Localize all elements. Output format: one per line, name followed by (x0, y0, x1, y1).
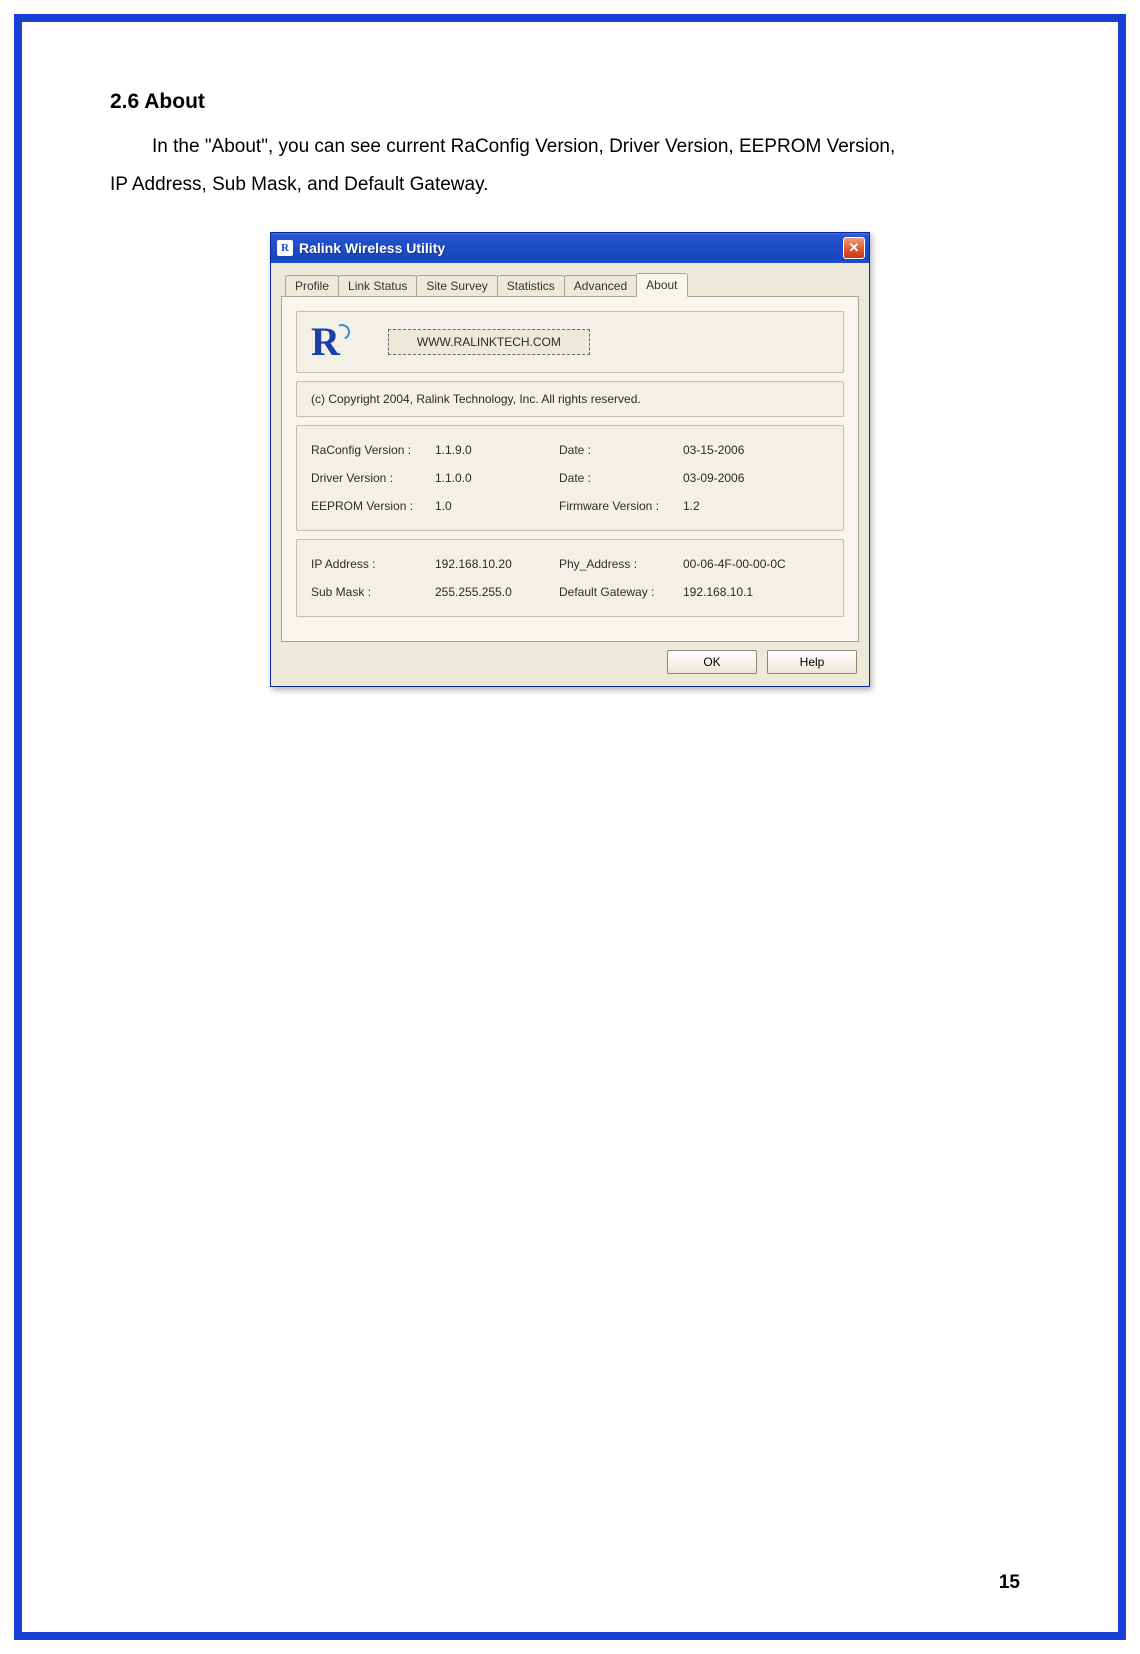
raconfig-date-value: 03-15-2006 (683, 443, 829, 457)
titlebar[interactable]: R Ralink Wireless Utility ✕ (271, 233, 869, 263)
body-text-line-2: IP Address, Sub Mask, and Default Gatewa… (110, 166, 1030, 204)
app-icon: R (277, 240, 293, 256)
section-heading: 2.6 About (110, 90, 1030, 114)
website-link-button[interactable]: WWW.RALINKTECH.COM (388, 329, 590, 355)
default-gateway-value: 192.168.10.1 (683, 585, 829, 599)
group-versions: RaConfig Version : 1.1.9.0 Date : 03-15-… (296, 425, 844, 531)
window-title: Ralink Wireless Utility (299, 240, 837, 256)
ok-button[interactable]: OK (667, 650, 757, 674)
close-button[interactable]: ✕ (843, 237, 865, 259)
driver-version-value: 1.1.0.0 (435, 471, 555, 485)
tab-site-survey[interactable]: Site Survey (416, 275, 497, 296)
body-text-line-1: In the "About", you can see current RaCo… (110, 128, 1030, 166)
eeprom-version-label: EEPROM Version : (311, 499, 431, 513)
group-network: IP Address : 192.168.10.20 Phy_Address :… (296, 539, 844, 617)
tab-advanced[interactable]: Advanced (564, 275, 637, 296)
tab-strip: Profile Link Status Site Survey Statisti… (281, 273, 859, 296)
dialog-window: R Ralink Wireless Utility ✕ Profile Link… (270, 232, 870, 687)
firmware-version-value: 1.2 (683, 499, 829, 513)
close-icon: ✕ (849, 240, 860, 256)
group-copyright: (c) Copyright 2004, Ralink Technology, I… (296, 381, 844, 417)
default-gateway-label: Default Gateway : (559, 585, 679, 599)
copyright-text: (c) Copyright 2004, Ralink Technology, I… (311, 392, 641, 406)
tab-link-status[interactable]: Link Status (338, 275, 417, 296)
page-number: 15 (999, 1572, 1020, 1594)
tab-panel-about: R WWW.RALINKTECH.COM (c) Copyright 2004,… (281, 296, 859, 642)
group-logo-link: R WWW.RALINKTECH.COM (296, 311, 844, 373)
phy-address-label: Phy_Address : (559, 557, 679, 571)
driver-date-label: Date : (559, 471, 679, 485)
page-content: 2.6 About In the "About", you can see cu… (110, 90, 1030, 687)
sub-mask-label: Sub Mask : (311, 585, 431, 599)
driver-version-label: Driver Version : (311, 471, 431, 485)
raconfig-version-value: 1.1.9.0 (435, 443, 555, 457)
ip-address-value: 192.168.10.20 (435, 557, 555, 571)
tab-profile[interactable]: Profile (285, 275, 339, 296)
raconfig-date-label: Date : (559, 443, 679, 457)
ralink-logo-icon: R (311, 322, 340, 362)
window-client-area: Profile Link Status Site Survey Statisti… (271, 263, 869, 686)
firmware-version-label: Firmware Version : (559, 499, 679, 513)
dialog-button-row: OK Help (281, 642, 859, 676)
phy-address-value: 00-06-4F-00-00-0C (683, 557, 829, 571)
driver-date-value: 03-09-2006 (683, 471, 829, 485)
ip-address-label: IP Address : (311, 557, 431, 571)
help-button[interactable]: Help (767, 650, 857, 674)
tab-about[interactable]: About (636, 273, 687, 297)
tab-statistics[interactable]: Statistics (497, 275, 565, 296)
sub-mask-value: 255.255.255.0 (435, 585, 555, 599)
eeprom-version-value: 1.0 (435, 499, 555, 513)
raconfig-version-label: RaConfig Version : (311, 443, 431, 457)
